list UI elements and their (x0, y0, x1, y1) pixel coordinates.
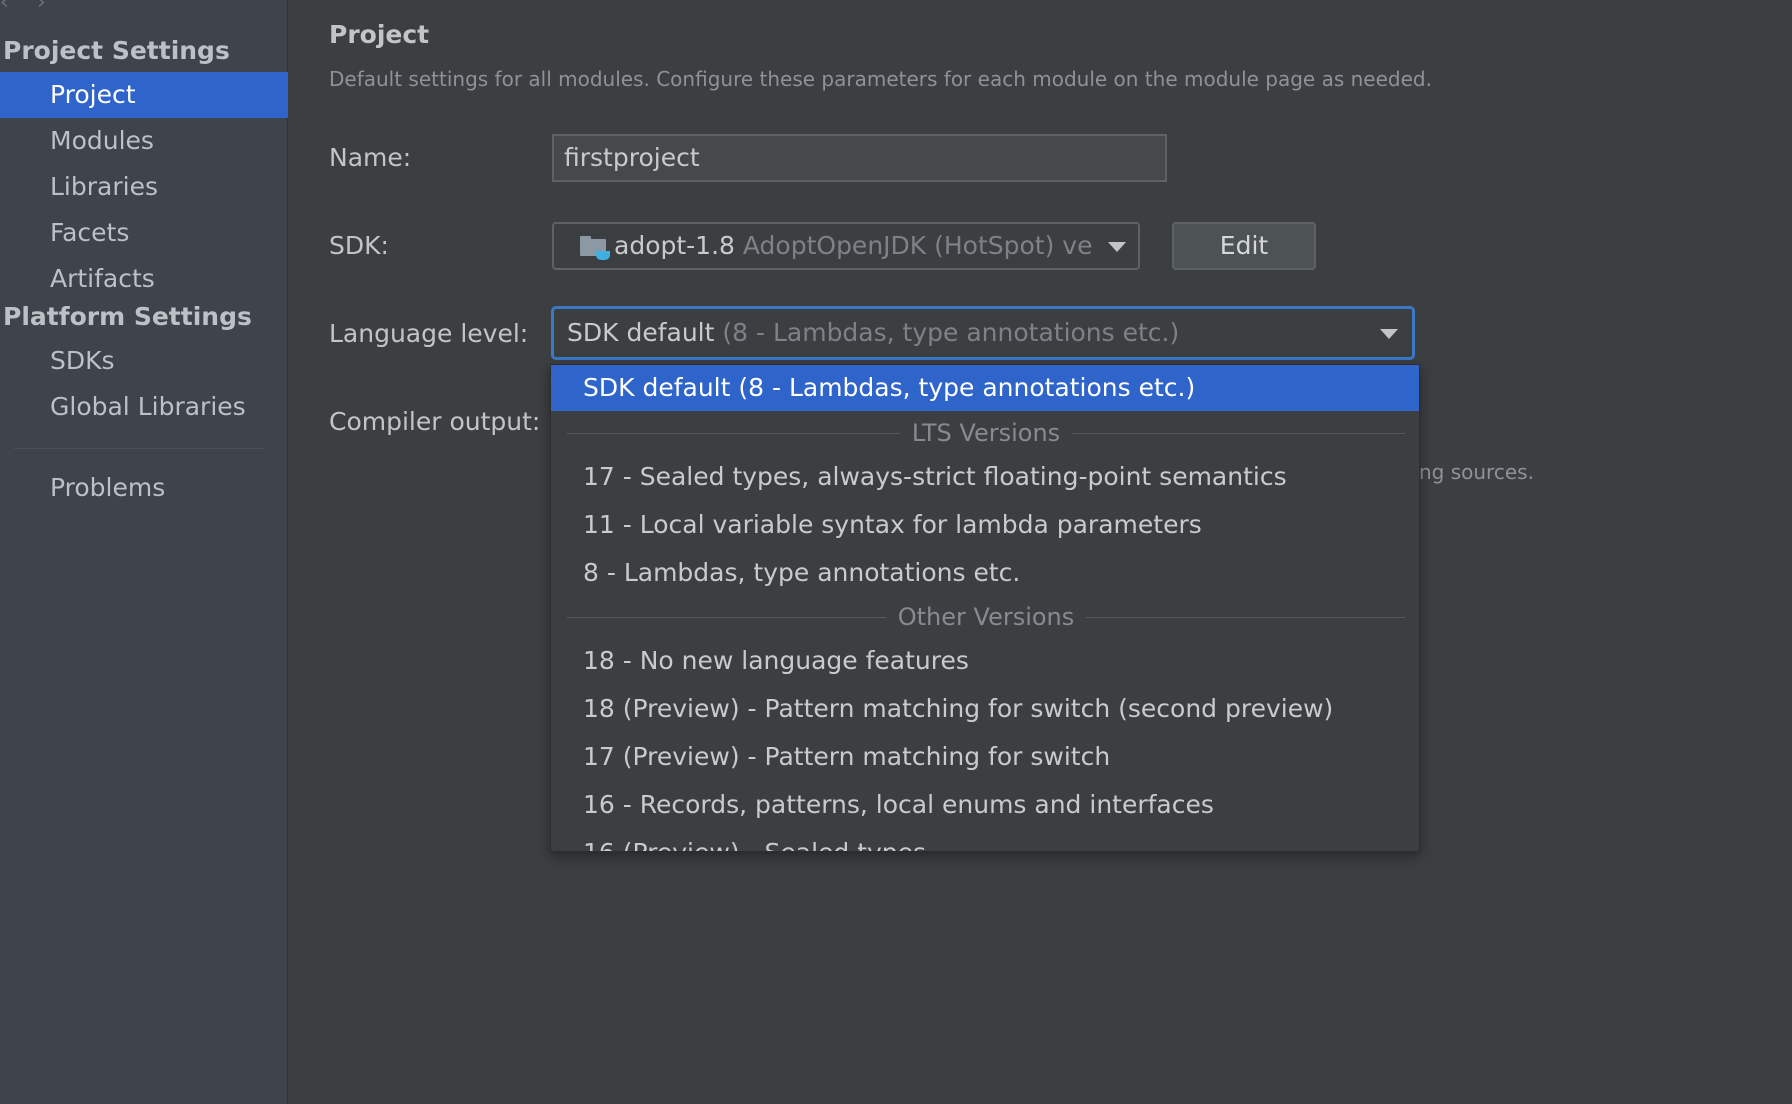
dropdown-item[interactable]: 8 - Lambdas, type annotations etc. (551, 550, 1419, 596)
sidebar-item-project[interactable]: Project (0, 72, 288, 118)
language-level-detail: (8 - Lambdas, type annotations etc.) (722, 318, 1180, 347)
dropdown-item[interactable]: 11 - Local variable syntax for lambda pa… (551, 502, 1419, 548)
sdk-name: adopt-1.8 (614, 231, 735, 260)
sdk-combobox[interactable]: adopt-1.8 AdoptOpenJDK (HotSpot) ve (552, 222, 1140, 270)
dropdown-item[interactable]: 17 (Preview) - Pattern matching for swit… (551, 734, 1419, 780)
page-title: Project (329, 20, 430, 49)
forward-arrow-icon[interactable]: › (37, 0, 46, 15)
dropdown-item[interactable]: 16 - Records, patterns, local enums and … (551, 782, 1419, 828)
lts-versions-separator: LTS Versions (567, 418, 1406, 448)
dropdown-item[interactable]: 18 - No new language features (551, 638, 1419, 684)
sidebar-item-global-libraries[interactable]: Global Libraries (0, 384, 288, 430)
project-settings-header: Project Settings (3, 36, 230, 65)
language-level-label: Language level: (329, 319, 529, 348)
other-versions-header: Other Versions (897, 603, 1075, 631)
sidebar-item-artifacts[interactable]: Artifacts (0, 256, 288, 302)
jdk-folder-icon (580, 236, 610, 260)
sidebar-item-sdks[interactable]: SDKs (0, 338, 288, 384)
dropdown-item-sdk-default[interactable]: SDK default (8 - Lambdas, type annotatio… (551, 365, 1419, 411)
name-field[interactable]: firstproject (552, 134, 1167, 182)
sidebar-item-problems[interactable]: Problems (0, 465, 288, 511)
dropdown-item[interactable]: 17 - Sealed types, always-strict floatin… (551, 454, 1419, 500)
lts-versions-header: LTS Versions (911, 419, 1061, 447)
sdk-label: SDK: (329, 231, 389, 260)
name-label: Name: (329, 143, 412, 172)
dropdown-item[interactable]: 16 (Preview) - Sealed types (551, 830, 1419, 851)
sidebar: ‹ › Project Settings Project Modules Libr… (0, 0, 288, 1104)
back-arrow-icon[interactable]: ‹ (0, 0, 9, 15)
sdk-detail: AdoptOpenJDK (HotSpot) ve (742, 231, 1093, 260)
sidebar-divider (14, 448, 264, 449)
language-level-value: SDK default (567, 318, 715, 347)
language-level-dropdown: SDK default (8 - Lambdas, type annotatio… (550, 364, 1420, 852)
chevron-down-icon (1380, 329, 1398, 339)
edit-sdk-button[interactable]: Edit (1172, 222, 1316, 270)
platform-settings-header: Platform Settings (3, 302, 252, 331)
sidebar-item-libraries[interactable]: Libraries (0, 164, 288, 210)
sidebar-item-modules[interactable]: Modules (0, 118, 288, 164)
nav-arrows: ‹ › (0, 0, 74, 15)
chevron-down-icon (1108, 242, 1126, 252)
sidebar-item-facets[interactable]: Facets (0, 210, 288, 256)
compiler-output-hint: ng sources. (1419, 460, 1534, 484)
language-level-combobox[interactable]: SDK default (8 - Lambdas, type annotatio… (551, 306, 1415, 360)
dropdown-item[interactable]: 18 (Preview) - Pattern matching for swit… (551, 686, 1419, 732)
compiler-output-label: Compiler output: (329, 407, 541, 436)
page-description: Default settings for all modules. Config… (329, 67, 1432, 91)
other-versions-separator: Other Versions (567, 602, 1405, 632)
